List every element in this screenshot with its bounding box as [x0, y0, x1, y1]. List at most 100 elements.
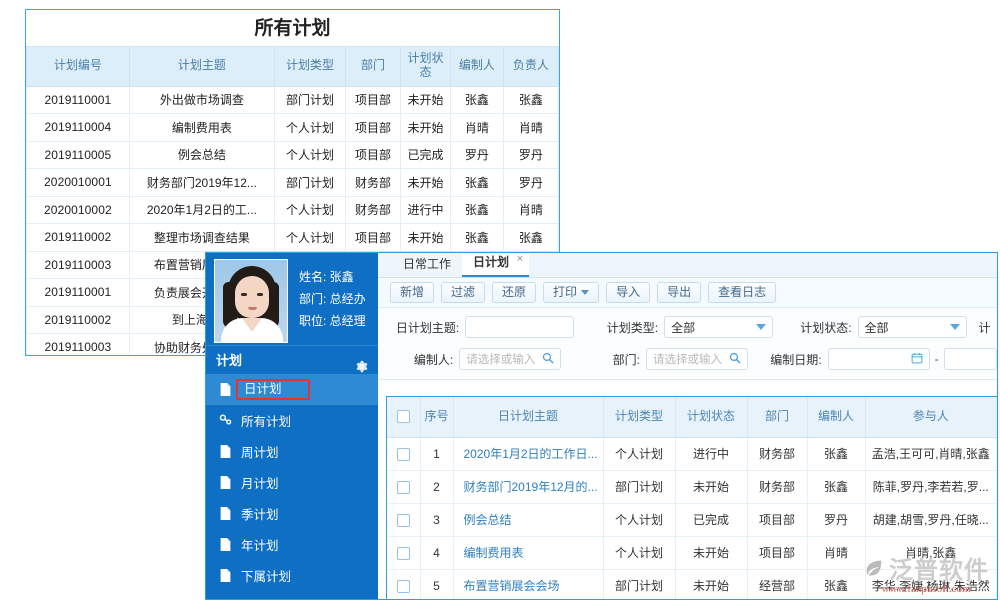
table-cell: 2020010002 — [27, 196, 130, 224]
sidebar-item-5[interactable]: 季计划 — [206, 498, 378, 529]
grid-cell-subject[interactable]: 布置营销展会会场 — [453, 569, 603, 599]
toolbar-button-2[interactable]: 过滤 — [441, 282, 485, 303]
grid-cell-author: 肖晴 — [807, 536, 865, 569]
grid-col-status: 计划状态 — [675, 397, 747, 437]
sidebar-item-label: 季计划 — [241, 504, 279, 523]
sidebar-item-1[interactable]: 日计划 — [206, 374, 378, 405]
table-row[interactable]: 2019110001外出做市场调查部门计划项目部未开始张鑫张鑫 — [27, 86, 559, 114]
grid-cell-participants: 胡建,胡雪,罗丹,任晓... — [865, 503, 997, 536]
grid-cell-dept: 项目部 — [747, 536, 807, 569]
grid-row[interactable]: 4编制费用表个人计划未开始项目部肖晴肖晴,张鑫 — [387, 536, 997, 569]
filter-date-separator: - — [935, 352, 939, 366]
filter-row-1: 日计划主题: 计划类型: 全部 计划状态: 全部 计 — [378, 314, 997, 340]
table-cell: 项目部 — [345, 114, 400, 142]
table-cell: 肖晴 — [450, 114, 503, 142]
filter-date-end[interactable] — [944, 348, 997, 370]
sidebar-item-4[interactable]: 月计划 — [206, 467, 378, 498]
grid-cell-subject[interactable]: 2020年1月2日的工作日... — [453, 437, 603, 470]
row-checkbox[interactable] — [397, 547, 410, 560]
grid-cell-dept: 财务部 — [747, 437, 807, 470]
grid-cell-checkbox[interactable] — [387, 470, 420, 503]
row-checkbox[interactable] — [397, 514, 410, 527]
tab-daily-plan[interactable]: 日计划 × — [462, 253, 529, 277]
grid-cell-dept: 财务部 — [747, 470, 807, 503]
toolbar-button-7[interactable]: 查看日志 — [708, 282, 776, 303]
table-cell: 张鑫 — [450, 224, 503, 252]
toolbar-button-label: 导出 — [667, 282, 691, 303]
grid-row[interactable]: 3例会总结个人计划已完成项目部罗丹胡建,胡雪,罗丹,任晓... — [387, 503, 997, 536]
table-cell: 财务部门2019年12... — [129, 169, 274, 197]
grid-cell-checkbox[interactable] — [387, 536, 420, 569]
grid-cell-checkbox[interactable] — [387, 503, 420, 536]
table-cell: 项目部 — [345, 224, 400, 252]
filter-partial-label: 计 — [979, 319, 997, 336]
table-row[interactable]: 2019110002整理市场调查结果个人计划项目部未开始张鑫张鑫 — [27, 224, 559, 252]
table-row[interactable]: 20200100022020年1月2日的工...个人计划财务部进行中张鑫肖晴 — [27, 196, 559, 224]
grid-col-select[interactable] — [387, 397, 420, 437]
file-icon — [219, 444, 232, 459]
filter-type-value: 全部 — [671, 319, 695, 336]
filter-status-select[interactable]: 全部 — [858, 316, 967, 338]
sidebar-section-title: 计划 — [216, 346, 242, 375]
table-cell: 整理市场调查结果 — [129, 224, 274, 252]
sidebar-item-2[interactable]: 所有计划 — [206, 405, 378, 436]
grid-cell-subject[interactable]: 财务部门2019年12月的... — [453, 470, 603, 503]
toolbar-button-3[interactable]: 还原 — [492, 282, 536, 303]
table-cell: 张鑫 — [503, 86, 558, 114]
table-cell: 肖晴 — [503, 196, 558, 224]
search-icon-2[interactable] — [729, 352, 741, 367]
close-icon[interactable]: × — [517, 253, 523, 267]
tab-bar: 日常工作 日计划 × — [378, 253, 997, 278]
grid-row[interactable]: 12020年1月2日的工作日...个人计划进行中财务部张鑫孟浩,王可可,肖晴,张… — [387, 437, 997, 470]
table-cell: 张鑫 — [450, 86, 503, 114]
toolbar-button-1[interactable]: 新增 — [390, 282, 434, 303]
table-cell: 张鑫 — [503, 224, 558, 252]
table-row[interactable]: 2020010001财务部门2019年12...部门计划财务部未开始张鑫罗丹 — [27, 169, 559, 197]
filter-author-input[interactable]: 请选择或输入 — [459, 348, 561, 370]
grid-cell-checkbox[interactable] — [387, 437, 420, 470]
filter-subject-input[interactable] — [465, 316, 574, 338]
grid-cell-participants: 李华,李婕,杨琳,朱浩然 — [865, 569, 997, 599]
grid-cell-dept: 项目部 — [747, 503, 807, 536]
filter-type-select[interactable]: 全部 — [664, 316, 773, 338]
grid-cell-type: 个人计划 — [603, 536, 675, 569]
table-row[interactable]: 2019110005例会总结个人计划项目部已完成罗丹罗丹 — [27, 141, 559, 169]
tab-daily-work[interactable]: 日常工作 — [392, 253, 462, 277]
calendar-icon[interactable] — [911, 352, 923, 367]
filter-dept-input[interactable]: 请选择或输入 — [646, 348, 748, 370]
col-owner: 负责人 — [503, 47, 558, 86]
row-checkbox[interactable] — [397, 580, 410, 593]
search-icon[interactable] — [542, 352, 554, 367]
profile-dept: 部门: 总经办 — [299, 288, 366, 310]
select-all-checkbox[interactable] — [397, 410, 410, 423]
toolbar-button-label: 查看日志 — [718, 282, 766, 303]
grid-cell-checkbox[interactable] — [387, 569, 420, 599]
row-checkbox[interactable] — [397, 448, 410, 461]
sidebar-item-3[interactable]: 周计划 — [206, 436, 378, 467]
toolbar-button-6[interactable]: 导出 — [657, 282, 701, 303]
row-checkbox[interactable] — [397, 481, 410, 494]
sidebar-item-7[interactable]: 下属计划 — [206, 560, 378, 591]
grid-cell-type: 部门计划 — [603, 470, 675, 503]
grid-cell-author: 张鑫 — [807, 437, 865, 470]
table-cell: 项目部 — [345, 86, 400, 114]
filter-date-start[interactable] — [828, 348, 930, 370]
sidebar-item-label: 年计划 — [241, 535, 279, 554]
sidebar-item-6[interactable]: 年计划 — [206, 529, 378, 560]
grid-col-index: 序号 — [420, 397, 453, 437]
gear-icon[interactable] — [355, 354, 368, 367]
toolbar-button-label: 打印 — [553, 282, 577, 303]
toolbar-button-4[interactable]: 打印 — [543, 282, 599, 303]
grid-cell-participants: 孟浩,王可可,肖晴,张鑫 — [865, 437, 997, 470]
grid-cell-subject[interactable]: 编制费用表 — [453, 536, 603, 569]
grid-cell-status: 已完成 — [675, 503, 747, 536]
table-cell: 未开始 — [401, 169, 451, 197]
table-cell: 未开始 — [401, 86, 451, 114]
grid-row[interactable]: 2财务部门2019年12月的...部门计划未开始财务部张鑫陈菲,罗丹,李若若,罗… — [387, 470, 997, 503]
table-row[interactable]: 2019110004编制费用表个人计划项目部未开始肖晴肖晴 — [27, 114, 559, 142]
grid-row[interactable]: 5布置营销展会会场部门计划未开始经营部张鑫李华,李婕,杨琳,朱浩然 — [387, 569, 997, 599]
grid-cell-subject[interactable]: 例会总结 — [453, 503, 603, 536]
toolbar-button-5[interactable]: 导入 — [606, 282, 650, 303]
table-cell: 2019110001 — [27, 86, 130, 114]
grid-cell-author: 张鑫 — [807, 470, 865, 503]
